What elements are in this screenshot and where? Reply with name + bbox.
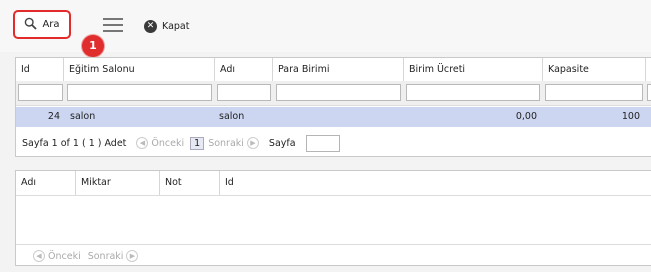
step-badge: 1 <box>82 35 104 57</box>
column-header-id[interactable]: Id <box>220 171 651 195</box>
filter-extra-input[interactable] <box>647 84 651 101</box>
main-grid: Id Eğitim Salonu Adı Para Birimi Birim Ü… <box>15 57 651 157</box>
column-header-adi[interactable]: Adı <box>215 58 273 81</box>
grid-header: Id Eğitim Salonu Adı Para Birimi Birim Ü… <box>16 58 651 82</box>
search-button[interactable]: Ara <box>13 10 71 39</box>
next-page-button[interactable]: Sonraki ▶ <box>208 137 259 149</box>
pager: Sayfa 1 of 1 ( 1 ) Adet ◀ Önceki 1 Sonra… <box>16 130 651 156</box>
cell-birim-ucreti: 0,00 <box>515 111 537 122</box>
prev-page-label: Önceki <box>48 250 81 262</box>
filter-egitim-salonu-input[interactable] <box>67 84 212 101</box>
search-button-label: Ara <box>42 19 60 30</box>
cell-kapasite: 100 <box>621 111 640 122</box>
column-header-kapasite[interactable]: Kapasite <box>543 58 646 81</box>
cell-egitim-salonu: salon <box>70 111 96 122</box>
filter-birim-ucreti-input[interactable] <box>406 84 540 101</box>
search-icon <box>24 17 38 33</box>
column-header-miktar[interactable]: Miktar <box>76 171 160 195</box>
table-row[interactable]: 24 salon salon 0,00 100 <box>16 107 651 127</box>
prev-page-button[interactable]: ◀ Önceki <box>136 137 184 149</box>
column-header-not[interactable]: Not <box>160 171 220 195</box>
close-button-label: Kapat <box>162 20 190 32</box>
page-jump-input[interactable] <box>305 134 340 152</box>
filter-row <box>16 81 651 106</box>
detail-grid: Adı Miktar Not Id ◀ Önceki Sonraki ▶ <box>15 170 651 266</box>
next-page-button[interactable]: Sonraki ▶ <box>88 250 139 262</box>
prev-page-label: Önceki <box>151 137 185 149</box>
next-page-label: Sonraki <box>87 250 124 262</box>
filter-para-birimi-input[interactable] <box>276 84 401 101</box>
chevron-left-icon: ◀ <box>136 137 149 149</box>
prev-page-button[interactable]: ◀ Önceki <box>33 250 81 262</box>
chevron-right-icon: ▶ <box>126 250 139 262</box>
filter-id-input[interactable] <box>18 84 63 101</box>
column-header-para-birimi[interactable]: Para Birimi <box>273 58 404 81</box>
detail-grid-header: Adı Miktar Not Id <box>16 171 651 196</box>
toolbar: Ara ✕ Kapat 1 <box>0 0 651 57</box>
filter-adi-input[interactable] <box>217 84 271 101</box>
column-header-id[interactable]: Id <box>16 58 64 81</box>
pager-info: Sayfa 1 of 1 ( 1 ) Adet <box>22 137 127 149</box>
next-page-label: Sonraki <box>208 137 244 149</box>
cell-id: 24 <box>47 111 60 122</box>
page-number[interactable]: 1 <box>190 136 205 150</box>
page-label: Sayfa <box>268 137 296 149</box>
menu-icon[interactable] <box>103 18 123 32</box>
close-icon: ✕ <box>144 19 157 33</box>
chevron-left-icon: ◀ <box>33 250 45 262</box>
detail-pager: ◀ Önceki Sonraki ▶ <box>16 244 651 267</box>
column-header-adi[interactable]: Adı <box>16 171 76 195</box>
filter-kapasite-input[interactable] <box>545 84 643 101</box>
close-button[interactable]: ✕ Kapat <box>144 18 189 34</box>
cell-adi: salon <box>219 111 245 122</box>
column-header-egitim-salonu[interactable]: Eğitim Salonu <box>64 58 215 81</box>
column-header-birim-ucreti[interactable]: Birim Ücreti <box>404 58 543 81</box>
chevron-right-icon: ▶ <box>246 137 259 149</box>
